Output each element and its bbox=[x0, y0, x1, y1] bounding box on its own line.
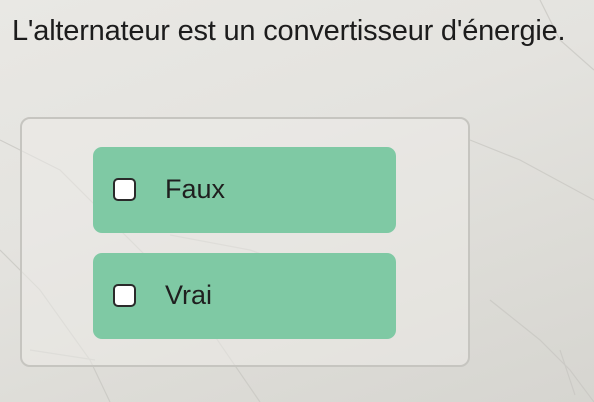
option-faux[interactable]: Faux bbox=[93, 147, 396, 233]
option-faux-checkbox[interactable] bbox=[113, 178, 136, 201]
option-faux-label: Faux bbox=[165, 174, 226, 204]
option-vrai-label: Vrai bbox=[165, 280, 213, 310]
option-vrai[interactable]: Vrai bbox=[93, 253, 396, 339]
question-text: L'alternateur est un convertisseur d'éne… bbox=[12, 15, 566, 47]
option-vrai-checkbox[interactable] bbox=[113, 284, 136, 307]
